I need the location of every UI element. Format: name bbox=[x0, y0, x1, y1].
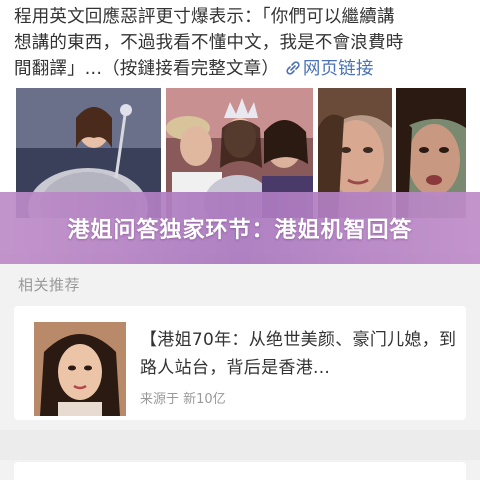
article-text: 程用英文回應惡評更寸爆表示：「你們可以繼續講 想講的東西，不過我看不懂中文，我是… bbox=[14, 4, 472, 82]
section-divider bbox=[0, 430, 480, 460]
recommended-article-title: 【港姐70年：从绝世美颜、豪门儿媳，到路人站台，背后是香港... bbox=[140, 330, 457, 378]
article-line-3-text: 間翻譯」...（按鏈接看完整文章） bbox=[14, 59, 280, 79]
recommended-article-card[interactable]: 【港姐70年：从绝世美颜、豪门儿媳，到路人站台，背后是香港... 来源于 新10… bbox=[14, 306, 466, 420]
link-icon bbox=[286, 61, 300, 75]
title-banner: 港姐问答独家环节：港姐机智回答 bbox=[0, 192, 480, 264]
article-line-3: 間翻譯」...（按鏈接看完整文章） 网页链接 bbox=[14, 56, 472, 82]
banner-title: 港姐问答独家环节：港姐机智回答 bbox=[67, 218, 413, 243]
article-line-1: 程用英文回應惡評更寸爆表示：「你們可以繼續講 bbox=[14, 7, 395, 27]
recommended-article-source: 来源于 新10亿 bbox=[140, 392, 226, 407]
related-section-label: 相关推荐 bbox=[18, 276, 81, 294]
web-link-label: 网页链接 bbox=[302, 59, 374, 79]
recommended-article-thumbnail bbox=[34, 322, 126, 416]
article-line-2: 想講的東西，不過我看不懂中文，我是不會浪費時 bbox=[14, 33, 404, 53]
web-link[interactable]: 网页链接 bbox=[285, 59, 374, 79]
next-card bbox=[14, 462, 466, 480]
